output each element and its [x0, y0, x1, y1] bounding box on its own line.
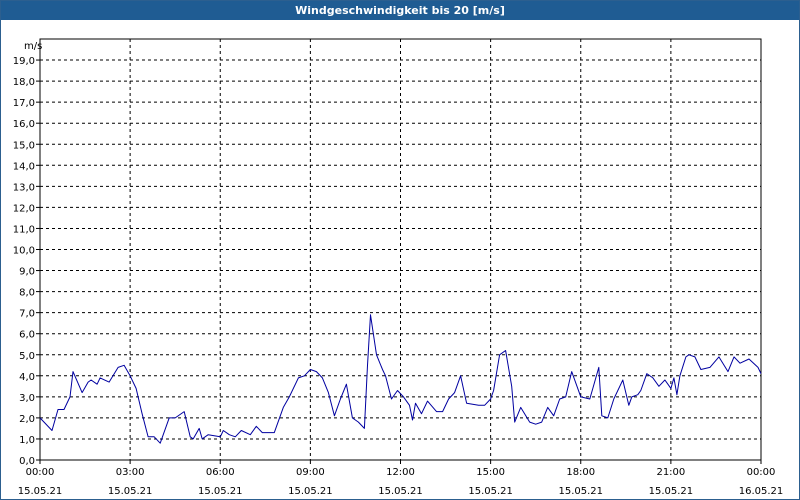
y-tick-label: 3,0 [19, 393, 35, 404]
x-tick-time-label: 00:00 [26, 467, 55, 478]
x-axis-ticks: 00:00 15.05.21 03:00 15.05.21 06:00 15.05.21 0… [18, 460, 784, 497]
y-tick-label: 7,0 [19, 309, 35, 320]
y-tick-label: 8,0 [19, 288, 35, 299]
y-tick-label: 1,0 [19, 435, 35, 446]
x-tick-date-label: 15.05.21 [108, 486, 153, 497]
chart-window: Windgeschwindigkeit bis 20 [m/s] 0,0 1,0 2… [0, 0, 800, 500]
x-tick-date-label: 15.05.21 [18, 486, 63, 497]
y-tick-label: 19,0 [13, 56, 35, 67]
y-tick-label: 16,0 [13, 119, 35, 130]
x-tick-time-label: 15:00 [476, 467, 505, 478]
grid-lines [40, 39, 761, 460]
y-axis-ticks: 0,0 1,0 2,0 3,0 4,0 5,0 6,0 7,0 8,0 9,0 10,0 11,0 12… [13, 56, 40, 467]
x-tick-date-label: 15.05.21 [558, 486, 603, 497]
y-tick-label: 0,0 [19, 456, 35, 467]
y-tick-label: 14,0 [13, 161, 35, 172]
x-tick-date-label: 15.05.21 [198, 486, 243, 497]
y-tick-label: 4,0 [19, 372, 35, 383]
x-tick-time-label: 12:00 [386, 467, 415, 478]
y-tick-label: 18,0 [13, 77, 35, 88]
wind-speed-chart: 0,0 1,0 2,0 3,0 4,0 5,0 6,0 7,0 8,0 9,0 10,0 11,0 12… [13, 38, 784, 497]
x-tick-date-label: 15.05.21 [378, 486, 423, 497]
x-tick-time-label: 09:00 [296, 467, 325, 478]
y-tick-label: 5,0 [19, 351, 35, 362]
y-tick-label: 13,0 [13, 182, 35, 193]
y-tick-label: 6,0 [19, 330, 35, 341]
x-tick-date-label: 15.05.21 [649, 486, 694, 497]
x-tick-time-label: 00:00 [747, 467, 776, 478]
x-tick-time-label: 21:00 [656, 467, 685, 478]
y-tick-label: 9,0 [19, 267, 35, 278]
x-tick-date-label: 16.05.21 [739, 486, 784, 497]
y-tick-label: 11,0 [13, 224, 35, 235]
y-tick-label: 17,0 [13, 98, 35, 109]
y-tick-label: 10,0 [13, 246, 35, 257]
x-tick-date-label: 15.05.21 [468, 486, 513, 497]
y-tick-label: 12,0 [13, 203, 35, 214]
x-tick-time-label: 03:00 [116, 467, 145, 478]
x-tick-time-label: 18:00 [566, 467, 595, 478]
y-axis-unit-label: m/s [24, 41, 42, 52]
y-tick-label: 15,0 [13, 140, 35, 151]
window-title: Windgeschwindigkeit bis 20 [m/s] [1, 1, 799, 20]
x-tick-date-label: 15.05.21 [288, 486, 333, 497]
x-tick-time-label: 06:00 [206, 467, 235, 478]
y-tick-label: 2,0 [19, 414, 35, 425]
